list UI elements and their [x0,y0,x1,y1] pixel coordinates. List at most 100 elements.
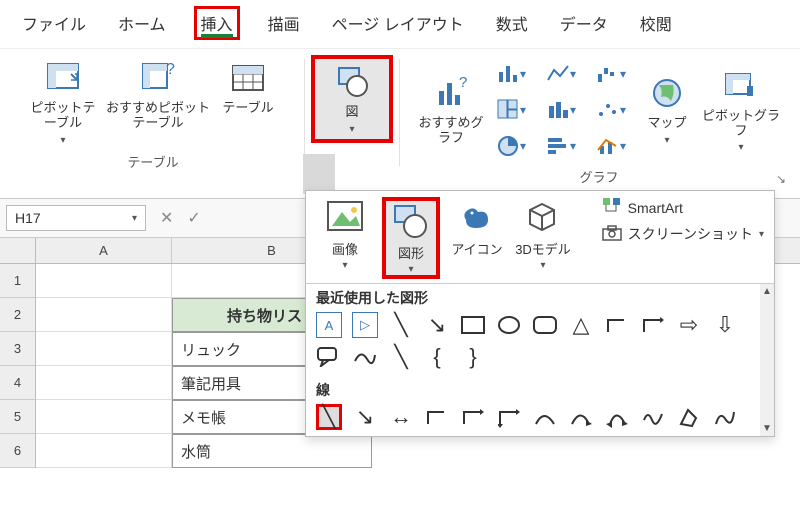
row-header[interactable]: 4 [0,366,36,400]
cell[interactable] [36,400,172,434]
shape-rounded-rect-icon[interactable] [532,312,558,338]
recommended-pivot-button[interactable]: ? おすすめピボットテーブル [103,55,213,135]
pivot-chart-icon [722,67,760,105]
insert-3dmodel-button[interactable]: 3Dモデル ▾ [514,197,572,271]
shape-elbow-icon[interactable] [604,312,630,338]
tab-draw[interactable]: 描画 [264,9,304,37]
smartart-icon [602,197,622,218]
scroll-up-icon[interactable]: ▲ [762,284,772,299]
insert-shapes-label: 図形 [398,243,424,262]
divider [304,59,305,166]
shape-freeform2-icon[interactable] [676,404,702,430]
shape-right-arrow-icon[interactable]: ⇨ [676,312,702,338]
illustrations-label: 図 [345,105,358,120]
shape-line-selected-icon[interactable]: ╲ [316,404,342,430]
group-label-charts: グラフ [579,165,618,190]
shape-callout-icon[interactable] [316,344,342,370]
cancel-icon[interactable]: ✕ [160,208,173,228]
select-all-corner[interactable] [0,238,36,263]
recommended-charts-button[interactable]: ? おすすめグラフ [415,70,487,150]
chart-pie-icon[interactable]: ▾ [491,129,531,163]
chart-column-icon[interactable]: ▾ [491,57,531,91]
name-box[interactable]: H17 ▾ [6,205,146,231]
dialog-launcher-icon[interactable]: ↘ [776,172,786,186]
tab-formulas[interactable]: 数式 [492,9,532,37]
shape-scribble-icon[interactable] [640,404,666,430]
illustrations-button[interactable]: 図 ▾ [311,55,393,143]
shape-freeform-icon[interactable] [352,344,378,370]
screenshot-button[interactable]: スクリーンショット ▾ [602,224,764,244]
shape-curve-arrow-icon[interactable] [568,404,594,430]
shape-elbow-arrow1-icon[interactable] [460,404,486,430]
shape-rect-icon[interactable] [460,312,486,338]
shape-line-double-icon[interactable]: ↔ [388,404,414,430]
chevron-down-icon: ▾ [349,124,354,135]
illustrations-side-group: SmartArt スクリーンショット ▾ [602,197,764,244]
shape-oval-icon[interactable] [496,312,522,338]
row-header[interactable]: 3 [0,332,36,366]
pivot-chart-label: ピボットグラフ [701,109,781,139]
chart-histogram-icon[interactable]: ▾ [541,93,581,127]
tab-file[interactable]: ファイル [18,9,90,37]
svg-text:?: ? [459,75,467,91]
shape-line-arrow2-icon[interactable]: ↘ [352,404,378,430]
pivot-table-icon [44,59,82,97]
row-header[interactable]: 1 [0,264,36,298]
shape-textbox-icon[interactable]: A [316,312,342,338]
insert-picture-label: 画像 [332,239,358,258]
shape-curve-icon[interactable] [532,404,558,430]
shapes-icon [391,201,431,241]
row-header[interactable]: 2 [0,298,36,332]
table-button[interactable]: テーブル [213,55,283,120]
shape-elbow-double-icon[interactable] [496,404,522,430]
scroll-down-icon[interactable]: ▼ [762,421,772,436]
shapes-gallery-icon [333,63,371,101]
shape-line-icon[interactable]: ╲ [388,312,414,338]
shape-line2-icon[interactable]: ╲ [388,344,414,370]
tab-home[interactable]: ホーム [114,9,170,37]
pivot-table-button[interactable]: ピボットテーブル ▾ [23,55,103,150]
tab-insert[interactable]: 挿入 [194,6,240,40]
cell[interactable] [36,298,172,332]
chart-scatter-icon[interactable]: ▾ [591,93,631,127]
cell[interactable]: 水筒 [172,434,372,468]
map-chart-button[interactable]: マップ ▾ [635,70,699,150]
recommended-pivot-label: おすすめピボットテーブル [105,101,211,131]
tab-data[interactable]: データ [556,9,612,37]
shape-down-arrow-icon[interactable]: ⇩ [712,312,738,338]
col-header-A[interactable]: A [36,238,172,263]
shape-brace-right-icon[interactable]: } [460,344,486,370]
shapes-scrollbar[interactable]: ▲ ▼ [760,284,774,436]
shape-triangle-icon[interactable]: △ [568,312,594,338]
cell[interactable] [36,366,172,400]
insert-shapes-button[interactable]: 図形 ▾ [382,197,440,279]
tab-review[interactable]: 校閲 [636,9,676,37]
chart-treemap-icon[interactable]: ▾ [491,93,531,127]
cell[interactable] [36,434,172,468]
row-header[interactable]: 6 [0,434,36,468]
shape-elbow1-icon[interactable] [424,404,450,430]
shape-elbow-arrow-icon[interactable] [640,312,666,338]
shape-line-arrow-icon[interactable]: ↘ [424,312,450,338]
insert-icons-button[interactable]: アイコン [448,197,506,258]
shapes-recent-row: A ▷ ╲ ↘ △ ⇨ ⇩ [306,308,760,344]
shape-curve-double-icon[interactable] [604,404,630,430]
chart-combo-icon[interactable]: ▾ [591,129,631,163]
shape-textbox-vert-icon[interactable]: ▷ [352,312,378,338]
insert-picture-button[interactable]: 画像 ▾ [316,197,374,271]
chart-bar-icon[interactable]: ▾ [541,129,581,163]
row-header[interactable]: 5 [0,400,36,434]
enter-icon[interactable]: ✓ [187,208,200,228]
cell[interactable] [36,332,172,366]
tab-pagelayout[interactable]: ページ レイアウト [328,9,468,37]
pivot-table-label: ピボットテーブル [25,101,101,131]
shape-brace-left-icon[interactable]: { [424,344,450,370]
chevron-down-icon: ▾ [540,260,545,271]
chart-line-icon[interactable]: ▾ [541,57,581,91]
pivot-chart-button[interactable]: ピボットグラフ ▾ [699,63,783,158]
cell[interactable] [36,264,172,298]
smartart-button[interactable]: SmartArt [602,197,764,218]
cell-reference: H17 [15,210,41,226]
shape-freeform3-icon[interactable] [712,404,738,430]
chart-waterfall-icon[interactable]: ▾ [591,57,631,91]
